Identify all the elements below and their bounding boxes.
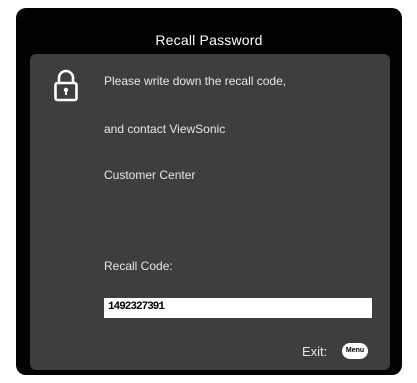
recall-code-label: Recall Code: (104, 259, 173, 273)
lock-icon (54, 69, 78, 102)
dialog-title: Recall Password (155, 32, 263, 48)
recall-code-value: 1492327391 (108, 301, 165, 313)
recall-code-field: 1492327391 (104, 298, 372, 318)
message-line-1: Please write down the recall code, (104, 74, 287, 88)
menu-button[interactable]: Menu (342, 343, 368, 359)
message-line-2: and contact ViewSonic (104, 122, 226, 136)
dialog-panel: Please write down the recall code, and c… (30, 54, 390, 370)
recall-password-dialog: Recall Password Please write down the re… (16, 8, 402, 375)
message-line-3: Customer Center (104, 168, 196, 182)
exit-label: Exit: (302, 344, 328, 359)
